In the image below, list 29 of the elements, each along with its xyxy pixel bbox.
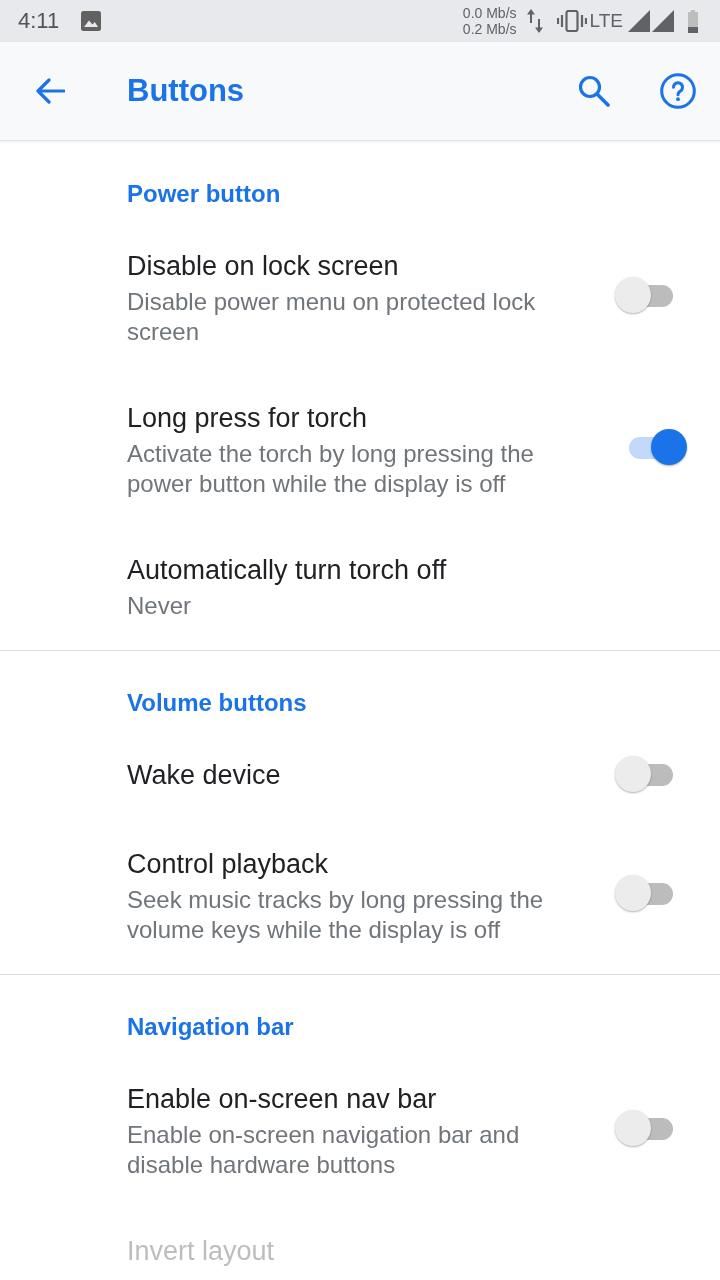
setting-summary: Activate the torch by long pressing the power button while the display is off	[127, 439, 535, 499]
section-header: Volume buttons	[127, 688, 308, 718]
page-title: Buttons	[127, 72, 245, 110]
setting-title: Control playback	[127, 848, 330, 881]
status-time: 4:11	[18, 8, 60, 34]
signal-icon	[628, 10, 650, 32]
network-speed-text: 0.0 Mb/s	[462, 5, 517, 21]
setting-summary: Enable on-screen navigation bar and disable hardware buttons	[127, 1120, 521, 1180]
image-icon	[81, 11, 102, 31]
signal-icon	[652, 10, 674, 32]
setting-title: Wake device	[127, 759, 282, 792]
vibrate-icon	[556, 10, 587, 32]
setting-title: Invert layout	[127, 1235, 276, 1268]
network-speed-text: 0.2 Mb/s	[462, 21, 517, 37]
section-header: Navigation bar	[127, 1012, 295, 1042]
section-header: Power button	[127, 179, 282, 209]
setting-summary: Seek music tracks by long pressing the volume keys while the display is off	[127, 885, 545, 945]
battery-icon	[688, 9, 698, 33]
help-icon	[660, 73, 696, 109]
setting-summary: Disable power menu on protected lock screen	[127, 287, 537, 347]
setting-title: Long press for torch	[127, 402, 369, 435]
data-transfer-icon	[526, 9, 543, 33]
search-icon	[578, 75, 610, 107]
arrow-left-icon	[35, 78, 65, 104]
setting-title: Disable on lock screen	[127, 250, 400, 283]
setting-title: Enable on-screen nav bar	[127, 1083, 438, 1116]
network-type-text: LTE	[589, 10, 623, 32]
setting-title: Automatically turn torch off	[127, 554, 448, 587]
setting-summary: Never	[127, 591, 193, 621]
